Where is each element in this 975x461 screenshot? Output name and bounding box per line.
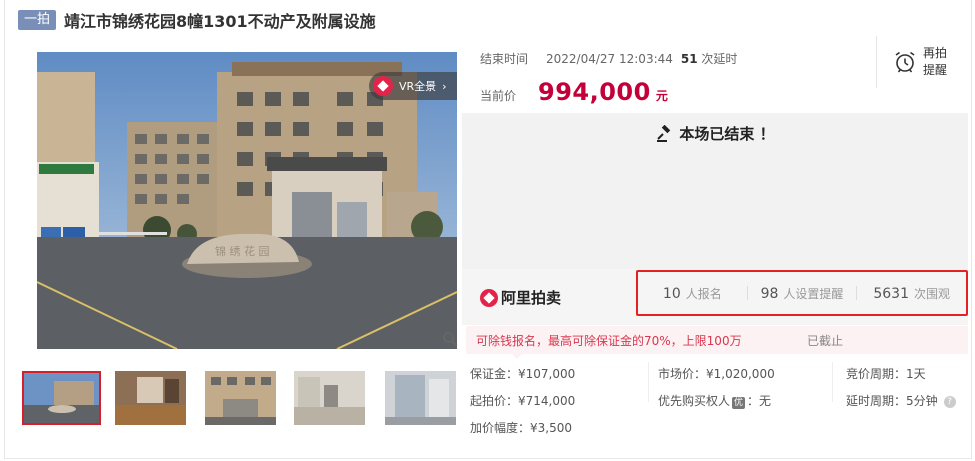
thumbnail-2[interactable]: [115, 371, 186, 425]
thumbnail-3[interactable]: [205, 371, 276, 425]
priority-badge[interactable]: 优: [732, 397, 746, 409]
page-title: 靖江市锦绣花园8幢1301不动产及附属设施: [64, 12, 376, 31]
priority-buyer: 优先购买权人优：无: [658, 392, 771, 409]
start-price: 起拍价：¥714,000: [470, 394, 576, 408]
view-count: 5631: [873, 285, 909, 302]
main-photo[interactable]: 锦 绣 花 园 VR全景 ›: [37, 52, 457, 349]
thumbnail-5[interactable]: [385, 371, 456, 425]
page-header: 一拍 靖江市锦绣花园8幢1301不动产及附属设施: [18, 8, 376, 32]
reminder-count: 98: [760, 285, 779, 302]
vr-tour-button[interactable]: VR全景 ›: [369, 72, 457, 100]
priority-label: 优先购买权人: [658, 394, 731, 408]
vr-logo-icon: [373, 76, 393, 96]
remind-line-2: 提醒: [923, 63, 948, 77]
remind-line-1: 再拍: [923, 46, 948, 60]
current-price: 994,000: [538, 78, 651, 106]
chevron-right-icon: ›: [442, 79, 447, 93]
thumbnail-1[interactable]: [22, 371, 101, 425]
deposit: 保证金：¥107,000: [470, 367, 576, 381]
bid-cycle: 竞价周期：1天: [846, 367, 926, 381]
signup-stat: 10 人报名: [638, 285, 747, 302]
divider: [648, 362, 649, 402]
thumbnail-strip: [20, 371, 460, 427]
bid-increment: 加价幅度：¥3,500: [470, 421, 572, 435]
auction-ended-message: 本场已结束 ！: [679, 125, 775, 143]
rebid-remind-button[interactable]: 再拍 提醒: [876, 36, 968, 88]
delay-count: 51: [680, 52, 698, 66]
market-price: 市场价：¥1,020,000: [658, 367, 775, 381]
end-time-label: 结束时间: [480, 52, 529, 66]
priority-value: ：无: [747, 394, 772, 408]
brand: 阿里拍卖: [480, 287, 561, 308]
auction-status-panel: 本场已结束 ！: [462, 113, 968, 269]
stats-bar: 阿里拍卖 10 人报名 98 人设置提醒 5631 次围观: [462, 269, 968, 325]
stats-highlight-box: 10 人报名 98 人设置提醒 5631 次围观: [636, 270, 968, 316]
ali-auction-logo-icon: [480, 288, 498, 307]
reminder-label: 人设置提醒: [783, 286, 844, 301]
signup-label: 人报名: [685, 286, 722, 301]
notice-pointer: [510, 352, 524, 359]
auction-round-tag: 一拍: [18, 10, 57, 30]
signup-count: 10: [662, 285, 681, 302]
notice-text: 可除钱报名，最高可除保证金的70%，上限100万: [476, 333, 742, 348]
view-stat: 5631 次围观: [857, 285, 966, 302]
delay-label: 次延时: [701, 52, 738, 66]
auction-info: 结束时间 2022/04/27 12:03:44 51 次延时 当前价 994,…: [462, 36, 968, 112]
loan-signup-notice[interactable]: 可除钱报名，最高可除保证金的70%，上限100万 已截止: [466, 326, 968, 359]
delay-cycle: 延时周期：5分钟?: [846, 392, 956, 409]
alarm-clock-icon: [895, 51, 915, 73]
vr-label: VR全景: [399, 80, 437, 93]
notice-status: 已截止: [807, 333, 844, 348]
svg-text:锦 绣 花 园: 锦 绣 花 园: [215, 244, 270, 258]
view-label: 次围观: [913, 286, 950, 301]
delay-cycle-text: 延时周期：5分钟: [846, 394, 938, 408]
gavel-icon: [657, 124, 671, 142]
zoom-icon[interactable]: [442, 331, 458, 347]
help-icon[interactable]: ?: [943, 395, 956, 408]
price-label: 当前价: [480, 89, 517, 103]
brand-name: 阿里拍卖: [501, 289, 562, 307]
end-time-value: 2022/04/27 12:03:44: [546, 51, 673, 66]
price-unit: 元: [655, 89, 668, 103]
thumbnail-4[interactable]: [294, 371, 365, 425]
reminder-stat: 98 人设置提醒: [748, 285, 857, 302]
divider: [832, 362, 833, 402]
